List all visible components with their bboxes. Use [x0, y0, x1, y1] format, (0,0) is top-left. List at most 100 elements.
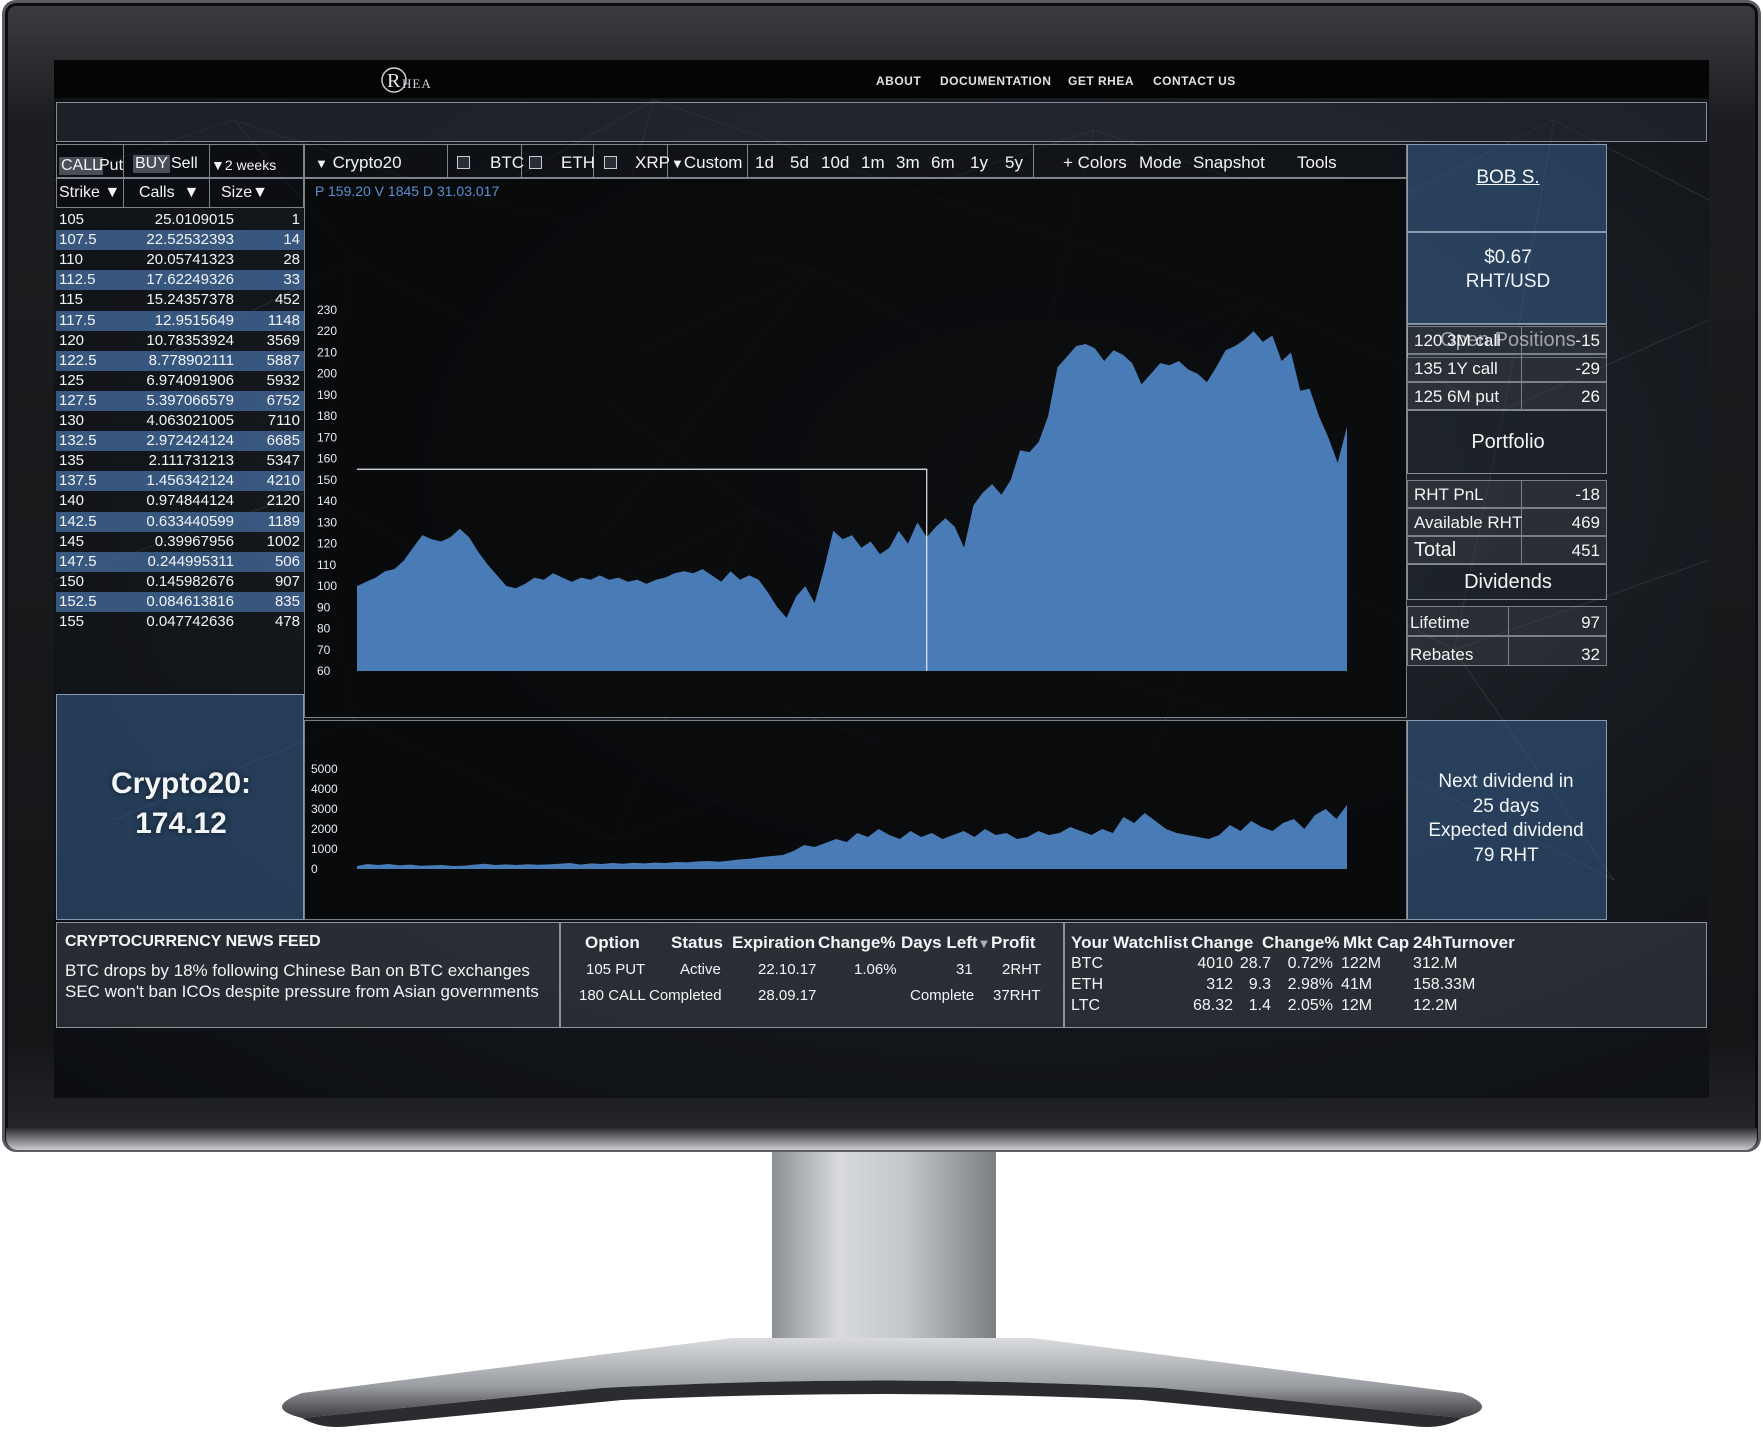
- chain-cell: 907: [274, 572, 300, 590]
- xrp-checkbox[interactable]: [604, 156, 617, 169]
- portfolio-row: RHT PnL -18: [1407, 480, 1607, 508]
- y-tick-label: 5000: [311, 762, 338, 776]
- header-calls[interactable]: Calls ▼: [139, 184, 199, 202]
- position-row[interactable]: 125 6M put 26: [1407, 382, 1607, 410]
- tab-call[interactable]: CALL: [59, 157, 104, 175]
- series-area: [357, 331, 1347, 671]
- header-size[interactable]: Size▼: [221, 184, 268, 202]
- tab-sell[interactable]: Sell: [171, 155, 198, 173]
- chain-row[interactable]: 150 0.145982676 907: [56, 572, 304, 592]
- nav-contact-us[interactable]: CONTACT US: [1153, 74, 1236, 88]
- range-1m[interactable]: 1m: [861, 153, 885, 173]
- order-cell: Active: [680, 961, 721, 978]
- y-tick-label: 160: [317, 452, 337, 466]
- chain-cell: 835: [274, 592, 300, 610]
- range-5y[interactable]: 5y: [1005, 153, 1023, 173]
- y-tick-label: 190: [317, 388, 337, 402]
- chain-tabs: CALL Put BUY Sell ▼2 weeks: [56, 144, 304, 178]
- expiry-dropdown[interactable]: ▼2 weeks: [211, 157, 276, 173]
- chain-row[interactable]: 112.5 17.62249326 33: [56, 270, 304, 291]
- header-strike[interactable]: Strike ▼: [59, 184, 120, 202]
- nav-about[interactable]: ABOUT: [876, 74, 921, 88]
- chain-row[interactable]: 117.5 12.9515649 1148: [56, 310, 304, 331]
- chain-row[interactable]: 152.5 0.084613816 835: [56, 591, 304, 612]
- eth-checkbox[interactable]: [529, 156, 542, 169]
- order-cell: 1.06%: [854, 961, 897, 978]
- btc-checkbox[interactable]: [457, 156, 470, 169]
- watchlist-cell: 41M: [1341, 976, 1373, 993]
- y-tick-label: 230: [317, 303, 337, 317]
- chevron-down-icon: ▼: [252, 184, 268, 201]
- range-custom[interactable]: ▼Custom: [671, 153, 742, 173]
- range-6m[interactable]: 6m: [931, 153, 955, 173]
- chain-row[interactable]: 140 0.974844124 2120: [56, 491, 304, 511]
- volume-area-chart[interactable]: 5000 4000 3000 2000 1000 0: [305, 721, 1408, 921]
- chain-cell: 120: [59, 331, 85, 349]
- chain-cell: 107.5: [59, 231, 97, 249]
- price-area-chart[interactable]: 230 220 210 200 190 180 170 160 150 140 130 120 110 1…: [305, 179, 1408, 719]
- chain-row[interactable]: 137.5 1.456342124 4210: [56, 471, 304, 492]
- orders-header-days-left[interactable]: Days Left▼: [901, 933, 990, 953]
- dividends-title-box: Dividends: [1407, 564, 1607, 600]
- y-tick-label: 180: [317, 409, 337, 423]
- chain-row[interactable]: 145 0.39967956 1002: [56, 532, 304, 552]
- chain-row[interactable]: 125 6.974091906 5932: [56, 371, 304, 391]
- position-row[interactable]: 135 1Y call -29: [1407, 354, 1607, 382]
- chain-cell: 105: [59, 211, 85, 228]
- expected-dividend-value: 79 RHT: [1473, 845, 1539, 866]
- news-item[interactable]: BTC drops by 18% following Chinese Ban o…: [65, 961, 530, 981]
- watchlist-cell: LTC: [1071, 997, 1101, 1014]
- watchlist-cell: BTC: [1071, 955, 1103, 972]
- next-dividend-label: Next dividend in: [1438, 771, 1574, 792]
- tab-put[interactable]: Put: [99, 157, 123, 175]
- colors-button[interactable]: + Colors: [1063, 153, 1127, 173]
- asset-selector[interactable]: ▼ Crypto20: [315, 153, 402, 173]
- chain-cell: 5347: [266, 452, 300, 470]
- tools-button[interactable]: Tools: [1297, 153, 1337, 173]
- mode-button[interactable]: Mode: [1139, 153, 1182, 173]
- news-item[interactable]: SEC won't ban ICOs despite pressure from…: [65, 982, 539, 1002]
- rhea-logo[interactable]: R HEA: [376, 64, 446, 96]
- chain-row[interactable]: 107.5 22.52532393 14: [56, 230, 304, 251]
- snapshot-button[interactable]: Snapshot: [1193, 153, 1265, 173]
- chain-row[interactable]: 120 10.78353924 3569: [56, 331, 304, 351]
- chain-cell: 137.5: [59, 472, 97, 490]
- chain-cell: 0.047742636: [146, 613, 234, 630]
- y-tick-label: 210: [317, 345, 337, 359]
- price-chart-panel: P 159.20 V 1845 D 31.03.017 230 220 210 200…: [304, 178, 1407, 718]
- position-row[interactable]: 120 3M call -15: [1407, 326, 1607, 354]
- chain-cell: 1: [291, 211, 300, 228]
- chain-row[interactable]: 155 0.047742636 478: [56, 612, 304, 632]
- chain-cell: 25.0109015: [154, 211, 234, 228]
- nav-documentation[interactable]: DOCUMENTATION: [940, 74, 1051, 88]
- chain-cell: 0.084613816: [146, 592, 234, 610]
- chain-row[interactable]: 115 15.24357378 452: [56, 290, 304, 310]
- chain-cell: 22.52532393: [146, 231, 234, 249]
- user-name-link[interactable]: BOB S.: [1408, 167, 1608, 189]
- chain-cell: 7110: [267, 412, 300, 429]
- chain-row[interactable]: 130 4.063021005 7110: [56, 411, 304, 431]
- chain-cell: 2.111731213: [148, 452, 234, 470]
- chain-row[interactable]: 142.5 0.633440599 1189: [56, 511, 304, 532]
- range-10d[interactable]: 10d: [821, 153, 849, 173]
- chain-row[interactable]: 105 25.0109015 1: [56, 210, 304, 230]
- y-tick-label: 120: [317, 537, 337, 551]
- chain-row[interactable]: 122.5 8.778902111 5887: [56, 350, 304, 371]
- nav-get-rhea[interactable]: GET RHEA: [1068, 74, 1134, 88]
- range-1d[interactable]: 1d: [755, 153, 774, 173]
- range-3m[interactable]: 3m: [896, 153, 920, 173]
- y-tick-label: 200: [317, 367, 337, 381]
- watchlist-panel: Your Watchlist Change Change% Mkt Cap 24…: [1064, 922, 1707, 1028]
- monitor-bezel-edge: [6, 1128, 1757, 1150]
- chain-row[interactable]: 132.5 2.972424124 6685: [56, 431, 304, 452]
- orders-header: Option: [585, 933, 640, 952]
- chain-row[interactable]: 147.5 0.244995311 506: [56, 551, 304, 572]
- order-cell: 2RHT: [1002, 961, 1042, 978]
- chain-row[interactable]: 127.5 5.397066579 6752: [56, 390, 304, 411]
- chain-row[interactable]: 135 2.111731213 5347: [56, 451, 304, 471]
- chain-row[interactable]: 110 20.05741323 28: [56, 250, 304, 270]
- xrp-label: XRP: [635, 153, 670, 172]
- tab-buy[interactable]: BUY: [133, 155, 170, 173]
- range-1y[interactable]: 1y: [970, 153, 988, 173]
- range-5d[interactable]: 5d: [790, 153, 809, 173]
